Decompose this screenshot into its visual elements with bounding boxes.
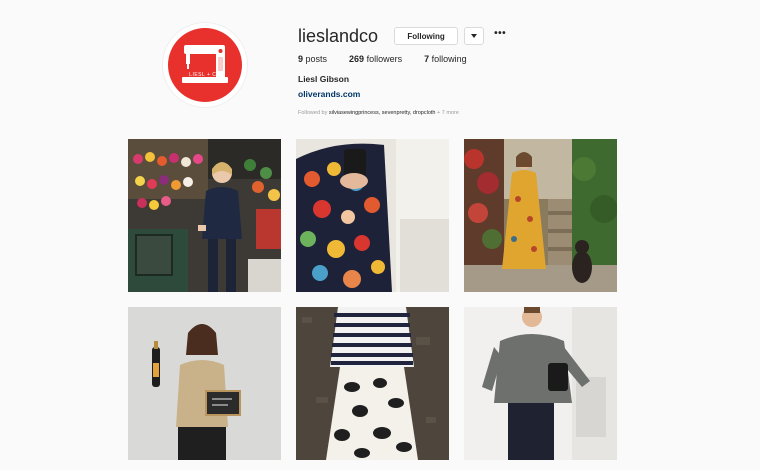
photo-yellow-floral-dress-garden-icon bbox=[464, 139, 617, 292]
suggested-dropdown-button[interactable] bbox=[464, 27, 485, 45]
photo-floral-dress-mirror-selfie-icon bbox=[296, 139, 449, 292]
posts-grid bbox=[128, 139, 617, 460]
sewing-machine-logo-icon: LIESL + CO bbox=[168, 28, 242, 102]
post-tile[interactable] bbox=[464, 307, 617, 460]
followed-by-text[interactable]: Followed by silviasewingprincess, sevenp… bbox=[298, 110, 718, 116]
followers-number: 269 bbox=[349, 54, 365, 64]
profile-full-name: Liesl Gibson bbox=[298, 74, 350, 84]
following-label: following bbox=[431, 54, 467, 64]
profile-username: lieslandco bbox=[298, 25, 379, 46]
profile-title-row: lieslandco Following ••• bbox=[298, 22, 718, 50]
followed-by-prefix: Followed by bbox=[298, 110, 328, 116]
following-number: 7 bbox=[424, 54, 430, 64]
photo-grey-sweatshirt-mirror-icon bbox=[464, 307, 617, 460]
followed-by-names: silviasewingprincess, sevenpretty, dropc… bbox=[328, 110, 436, 116]
following-button[interactable]: Following bbox=[394, 27, 459, 45]
profile-info: lieslandco Following ••• 9 posts 269 fol… bbox=[298, 22, 718, 117]
following-link[interactable]: 7 following bbox=[424, 54, 467, 64]
post-tile[interactable] bbox=[296, 139, 449, 292]
post-tile[interactable] bbox=[464, 139, 617, 292]
posts-count: 9 posts bbox=[298, 54, 327, 64]
more-options-icon[interactable]: ••• bbox=[494, 29, 506, 43]
logo-text: LIESL + CO bbox=[189, 72, 221, 78]
sewing-machine-icon bbox=[182, 45, 228, 83]
profile-stats: 9 posts 269 followers 7 following bbox=[298, 54, 718, 64]
post-tile[interactable] bbox=[128, 139, 281, 292]
profile-avatar[interactable]: LIESL + CO bbox=[162, 22, 248, 108]
chevron-down-icon bbox=[471, 34, 478, 38]
followed-by-more: + 7 more bbox=[437, 110, 459, 116]
profile-page: LIESL + CO lieslandco Following ••• 9 po… bbox=[0, 0, 760, 470]
posts-label: posts bbox=[305, 54, 328, 64]
photo-woman-flower-shop-icon bbox=[128, 139, 281, 292]
posts-number: 9 bbox=[298, 54, 304, 64]
photo-woman-champagne-chalkboard-icon bbox=[128, 307, 281, 460]
followers-link[interactable]: 269 followers bbox=[349, 54, 402, 64]
followers-label: followers bbox=[366, 54, 403, 64]
post-tile[interactable] bbox=[128, 307, 281, 460]
profile-website-link[interactable]: oliverands.com bbox=[298, 89, 360, 99]
photo-striped-top-print-skirt-icon bbox=[296, 307, 449, 460]
post-tile[interactable] bbox=[296, 307, 449, 460]
